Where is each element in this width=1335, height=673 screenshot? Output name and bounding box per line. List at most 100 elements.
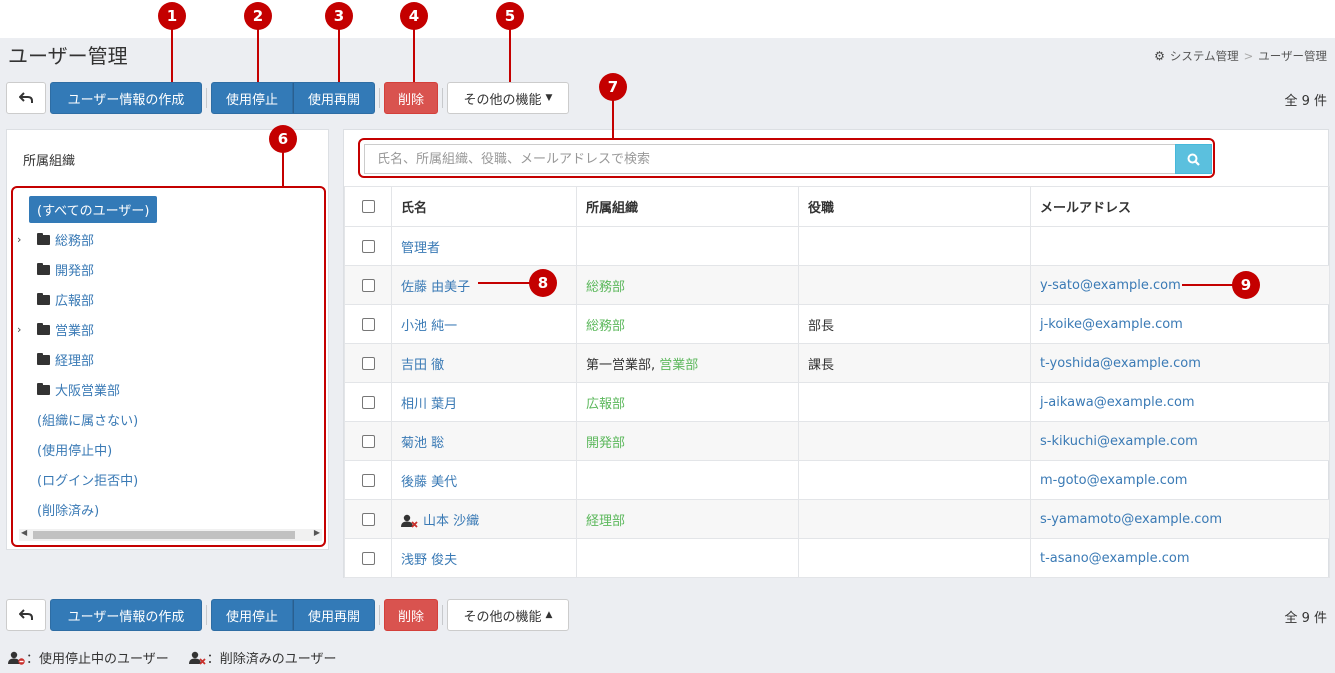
email-link[interactable]: m-goto@example.com [1040,473,1187,488]
email-link[interactable]: y-sato@example.com [1040,278,1181,293]
row-checkbox[interactable] [361,473,375,487]
user-name-link[interactable]: 吉田 徹 [401,358,444,373]
user-name-link[interactable]: 管理者 [401,241,440,256]
row-checkbox[interactable] [361,395,375,409]
callout-line [612,100,614,138]
breadcrumb-system[interactable]: システム管理 [1170,48,1239,64]
tree-item-koho[interactable]: 広報部 [37,290,94,309]
user-name-link[interactable]: 後藤 美代 [401,475,457,490]
total-count: 全 9 件 [1284,94,1327,109]
tree-item-no-org[interactable]: (組織に属さない) [37,410,138,429]
chevron-right-icon[interactable]: › [17,233,21,246]
cell-org [576,538,799,578]
tree-item-somu[interactable]: › 総務部 [17,230,95,249]
user-list-panel: 氏名 所属組織 役職 メールアドレス 管理者 佐藤 由美子 総務部 y-sato… [343,129,1330,578]
disable-enable-group: 使用停止 使用再開 [211,599,375,631]
email-link[interactable]: s-yamamoto@example.com [1040,512,1222,527]
legend-deleted-label: ：削除済みのユーザー [206,652,337,667]
disable-button[interactable]: 使用停止 [211,599,293,631]
legend: ：使用停止中のユーザー ：削除済みのユーザー [8,648,341,667]
callout-line [478,282,530,284]
delete-button[interactable]: 削除 [384,82,438,114]
row-checkbox-cell [344,499,392,539]
row-checkbox[interactable] [361,278,375,292]
row-checkbox-cell [344,538,392,578]
row-checkbox[interactable] [361,512,375,526]
tree-item-keiri[interactable]: 経理部 [37,350,94,369]
callout-line [257,28,259,82]
callout-9: 9 [1232,271,1260,299]
org-prefix: 第一営業部, [586,357,660,373]
back-button[interactable] [6,82,46,114]
tree-item-eigyo[interactable]: › 営業部 [17,320,94,339]
tree-item-osaka-eigyo[interactable]: 大阪営業部 [37,380,120,399]
user-name-link[interactable]: 相川 葉月 [401,397,457,412]
cell-org: 総務部 [576,304,799,344]
callout-4: 4 [400,2,428,30]
row-checkbox-cell [344,265,392,305]
tree-item-all-users[interactable]: (すべてのユーザー) [29,196,158,223]
callout-2: 2 [244,2,272,30]
delete-button[interactable]: 削除 [384,599,438,631]
search-button[interactable] [1175,144,1212,174]
create-user-button[interactable]: ユーザー情報の作成 [50,599,202,631]
callout-line [282,150,284,186]
row-checkbox[interactable] [361,317,375,331]
chevron-right-icon[interactable]: › [17,323,21,336]
email-link[interactable]: s-kikuchi@example.com [1040,434,1198,449]
legend-disabled-label: ：使用停止中のユーザー [26,652,169,667]
search-input[interactable] [364,144,1175,174]
scroll-right-icon[interactable]: ▶ [314,528,320,537]
email-link[interactable]: j-aikawa@example.com [1040,395,1195,410]
user-name-link[interactable]: 小池 純一 [401,319,457,334]
row-checkbox[interactable] [361,551,375,565]
toolbar-divider [379,605,380,625]
cell-title [798,226,1031,266]
tree-item-disabled[interactable]: (使用停止中) [37,440,112,459]
user-name-link[interactable]: 佐藤 由美子 [401,280,470,295]
more-functions-button[interactable]: その他の機能 ▲ [447,599,569,631]
breadcrumb-separator: > [1243,49,1254,63]
row-checkbox[interactable] [361,239,375,253]
row-checkbox-cell [344,304,392,344]
org-link[interactable]: 総務部 [586,280,625,295]
user-name-link[interactable]: 菊池 聡 [401,436,444,451]
cell-email: s-yamamoto@example.com [1030,499,1330,539]
email-link[interactable]: t-yoshida@example.com [1040,356,1201,371]
row-checkbox[interactable] [361,434,375,448]
table-row: 吉田 徹 第一営業部, 営業部 課長 t-yoshida@example.com [344,343,1330,383]
user-name-link[interactable]: 山本 沙織 [423,514,479,529]
user-name-link[interactable]: 浅野 俊夫 [401,553,457,568]
header-name[interactable]: 氏名 [391,186,577,227]
email-link[interactable]: t-asano@example.com [1040,551,1190,566]
folder-icon [37,322,50,335]
header-org[interactable]: 所属組織 [576,186,799,227]
cell-org: 総務部 [576,265,799,305]
org-link[interactable]: 開発部 [586,436,625,451]
row-checkbox[interactable] [361,356,375,370]
tree-item-label: 総務部 [55,234,95,249]
select-all-checkbox[interactable] [361,200,375,213]
org-link[interactable]: 広報部 [586,397,625,412]
enable-button[interactable]: 使用再開 [293,82,375,114]
horizontal-scrollbar[interactable]: ◀ ▶ [19,528,322,541]
tree-item-login-denied[interactable]: (ログイン拒否中) [37,470,138,489]
tree-item-kaihatsu[interactable]: 開発部 [37,260,94,279]
scrollbar-thumb[interactable] [33,531,295,539]
email-link[interactable]: j-koike@example.com [1040,317,1183,332]
cell-name: 小池 純一 [391,304,577,344]
org-link[interactable]: 営業部 [659,358,698,373]
header-title[interactable]: 役職 [798,186,1031,227]
back-button[interactable] [6,599,46,631]
org-link[interactable]: 経理部 [586,514,625,529]
disable-button[interactable]: 使用停止 [211,82,293,114]
table-row: 後藤 美代 m-goto@example.com [344,460,1330,500]
create-user-button[interactable]: ユーザー情報の作成 [50,82,202,114]
scroll-left-icon[interactable]: ◀ [21,528,27,537]
enable-button[interactable]: 使用再開 [293,599,375,631]
org-link[interactable]: 総務部 [586,319,625,334]
tree-item-deleted[interactable]: (削除済み) [37,500,99,519]
more-functions-button[interactable]: その他の機能 ▼ [447,82,569,114]
header-email[interactable]: メールアドレス [1030,186,1330,227]
cell-name: 菊池 聡 [391,421,577,461]
